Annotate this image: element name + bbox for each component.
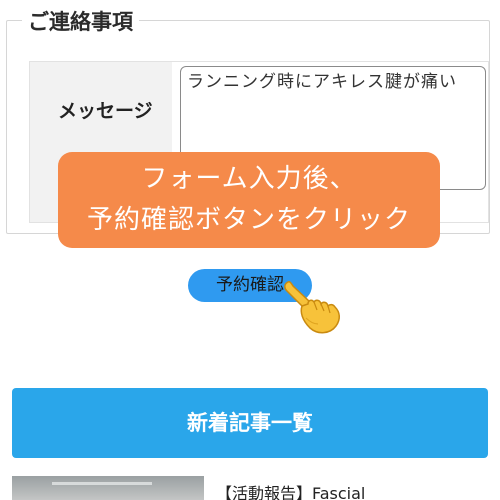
callout-line-2: 予約確認ボタンをクリック: [86, 205, 411, 235]
page: メッセージ ランニング時にアキレス腱が痛い ご連絡事項 フォーム入力後、 予約確…: [0, 0, 500, 500]
instruction-callout: フォーム入力後、 予約確認ボタンをクリック: [58, 152, 440, 248]
article-title[interactable]: 【活動報告】Fascial: [216, 480, 365, 500]
section-title: ご連絡事項: [22, 7, 139, 37]
message-label: メッセージ: [58, 100, 153, 122]
article-thumbnail: [12, 476, 204, 500]
new-articles-button[interactable]: 新着記事一覧: [12, 388, 488, 458]
pointing-hand-icon: [284, 281, 340, 334]
callout-line-1: フォーム入力後、: [141, 164, 357, 194]
article-item[interactable]: 【活動報告】Fascial: [12, 476, 488, 500]
